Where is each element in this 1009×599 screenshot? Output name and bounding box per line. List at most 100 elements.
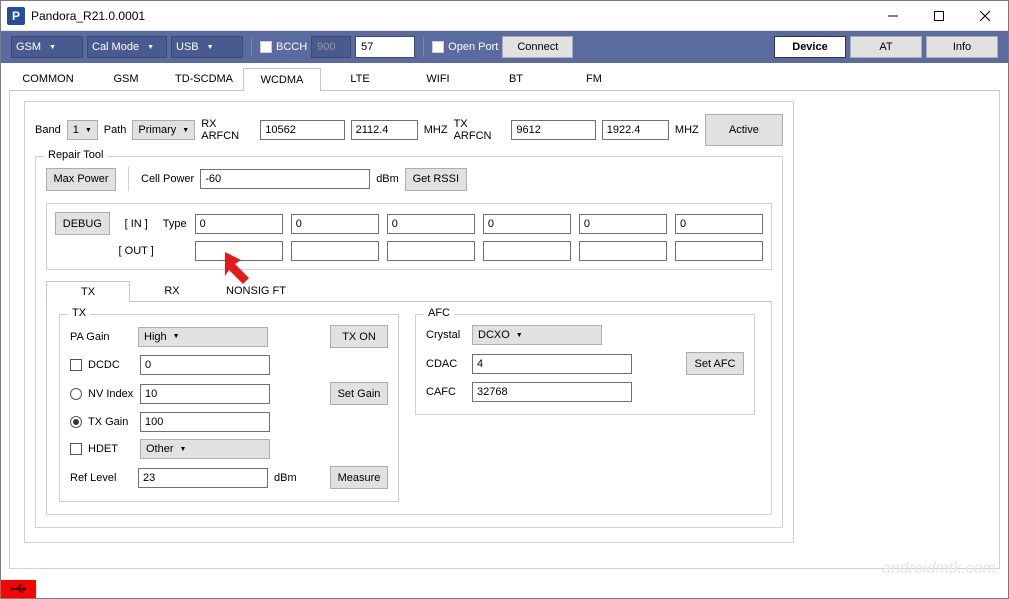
rxarfcn-mhz[interactable]: 2112.4	[351, 120, 418, 140]
in-input-1[interactable]: 0	[195, 214, 283, 234]
cell-power-label: Cell Power	[141, 173, 194, 185]
txon-button[interactable]: TX ON	[330, 325, 388, 348]
subtab-nonsigft[interactable]: NONSIG FT	[214, 280, 298, 301]
repair-tool-group: Repair Tool Max Power Cell Power -60 dBm…	[35, 156, 783, 528]
cafc-label: CAFC	[426, 386, 466, 398]
app-icon: P	[7, 7, 25, 25]
tab-fm[interactable]: FM	[555, 67, 633, 90]
hdet-checkbox[interactable]	[70, 443, 82, 455]
txarfcn-label: TX ARFCN	[454, 118, 506, 142]
tab-wcdma[interactable]: WCDMA	[243, 68, 321, 91]
bcch-input-1[interactable]: 900	[311, 36, 351, 58]
dcdc-input[interactable]: 0	[140, 355, 270, 375]
rxarfcn-label: RX ARFCN	[201, 118, 254, 142]
crystal-select[interactable]: DCXO	[472, 325, 602, 345]
nvindex-radio[interactable]	[70, 388, 82, 400]
rxarfcn-input[interactable]: 10562	[260, 120, 344, 140]
setafc-button[interactable]: Set AFC	[686, 352, 744, 375]
statusbar	[1, 580, 1008, 598]
subtab-rx[interactable]: RX	[130, 280, 214, 301]
minimize-button[interactable]	[870, 1, 916, 31]
tab-lte[interactable]: LTE	[321, 67, 399, 90]
type-label: Type	[163, 218, 187, 230]
main-tabs: COMMON GSM TD-SCDMA WCDMA LTE WIFI BT FM	[9, 67, 1000, 91]
tab-common[interactable]: COMMON	[9, 67, 87, 90]
tab-bt[interactable]: BT	[477, 67, 555, 90]
openport-checkbox[interactable]: Open Port	[432, 41, 498, 53]
mode-select[interactable]: GSM	[11, 36, 83, 58]
info-button[interactable]: Info	[926, 36, 998, 58]
out-output-3	[387, 241, 475, 261]
band-row: Band 1 Path Primary RX ARFCN 10562 2112.…	[35, 114, 783, 146]
nvindex-label: NV Index	[88, 388, 134, 400]
bcch-label: BCCH	[276, 41, 307, 53]
openport-label: Open Port	[448, 41, 498, 53]
connect-button[interactable]: Connect	[502, 36, 573, 58]
interface-select[interactable]: USB	[171, 36, 243, 58]
reflevel-input[interactable]: 23	[138, 468, 268, 488]
path-label: Path	[104, 124, 127, 136]
device-button[interactable]: Device	[774, 36, 846, 58]
setgain-button[interactable]: Set Gain	[330, 382, 388, 405]
hdet-label: HDET	[88, 443, 134, 455]
separator	[423, 37, 424, 57]
out-label: [ OUT ]	[118, 245, 155, 257]
in-input-2[interactable]: 0	[291, 214, 379, 234]
debug-button[interactable]: DEBUG	[55, 212, 110, 235]
txgain-label: TX Gain	[88, 416, 134, 428]
checkbox-icon	[260, 41, 272, 53]
toolbar: GSM Cal Mode USB BCCH 900 57 Open Port C…	[1, 31, 1008, 63]
window-title: Pandora_R21.0.0001	[31, 9, 870, 23]
tab-gsm[interactable]: GSM	[87, 67, 165, 90]
measure-button[interactable]: Measure	[330, 466, 388, 489]
in-label: [ IN ]	[118, 218, 155, 230]
dcdc-label: DCDC	[88, 359, 134, 371]
separator	[128, 167, 129, 191]
active-button[interactable]: Active	[705, 114, 783, 146]
tab-wifi[interactable]: WIFI	[399, 67, 477, 90]
subtab-tx[interactable]: TX	[46, 281, 130, 302]
txgain-input[interactable]: 100	[140, 412, 270, 432]
pagain-select[interactable]: High	[138, 327, 268, 347]
nvindex-input[interactable]: 10	[140, 384, 270, 404]
out-output-5	[579, 241, 667, 261]
get-rssi-button[interactable]: Get RSSI	[405, 168, 467, 191]
txgain-radio[interactable]	[70, 416, 82, 428]
maximize-button[interactable]	[916, 1, 962, 31]
at-button[interactable]: AT	[850, 36, 922, 58]
in-input-6[interactable]: 0	[675, 214, 763, 234]
cell-power-input[interactable]: -60	[200, 169, 370, 189]
close-button[interactable]	[962, 1, 1008, 31]
separator	[251, 37, 252, 57]
mhz-label: MHZ	[424, 124, 448, 136]
in-input-3[interactable]: 0	[387, 214, 475, 234]
bcch-input-2[interactable]: 57	[355, 36, 415, 58]
txarfcn-input[interactable]: 9612	[511, 120, 595, 140]
tab-tdscdma[interactable]: TD-SCDMA	[165, 67, 243, 90]
dbm-label: dBm	[376, 173, 399, 185]
pagain-label: PA Gain	[70, 331, 132, 343]
sub-tabs: TX RX NONSIG FT	[46, 280, 772, 302]
out-output-1	[195, 241, 283, 261]
hdet-select[interactable]: Other	[140, 439, 270, 459]
cdac-label: CDAC	[426, 358, 466, 370]
cdac-input[interactable]: 4	[472, 354, 632, 374]
usb-status-icon	[1, 580, 36, 598]
out-output-6	[675, 241, 763, 261]
bcch-checkbox[interactable]: BCCH	[260, 41, 307, 53]
calmode-select[interactable]: Cal Mode	[87, 36, 167, 58]
max-power-button[interactable]: Max Power	[46, 168, 116, 191]
dbm-label: dBm	[274, 472, 297, 484]
checkbox-icon	[432, 41, 444, 53]
in-input-4[interactable]: 0	[483, 214, 571, 234]
band-label: Band	[35, 124, 61, 136]
titlebar: P Pandora_R21.0.0001	[1, 1, 1008, 31]
crystal-label: Crystal	[426, 329, 466, 341]
band-select[interactable]: 1	[67, 120, 98, 140]
cafc-input[interactable]: 32768	[472, 382, 632, 402]
dcdc-checkbox[interactable]	[70, 359, 82, 371]
out-output-4	[483, 241, 571, 261]
path-select[interactable]: Primary	[132, 120, 195, 140]
in-input-5[interactable]: 0	[579, 214, 667, 234]
txarfcn-mhz[interactable]: 1922.4	[602, 120, 669, 140]
